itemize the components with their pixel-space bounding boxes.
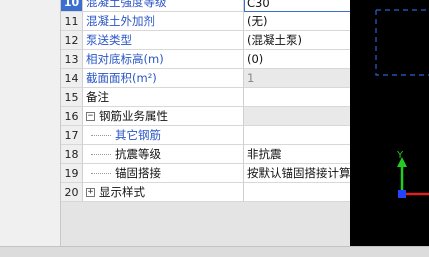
property-row[interactable]: 13 相对底标高(m) (0): [61, 50, 350, 69]
property-name-text: 锚固搭接: [115, 166, 161, 180]
property-name-text: 泵送类型: [86, 33, 132, 47]
property-value[interactable]: (0): [244, 50, 350, 69]
property-row[interactable]: 14 截面面积(m²) 1: [61, 69, 350, 88]
property-name: 截面面积(m²): [83, 69, 244, 88]
property-name-text: 截面面积(m²): [86, 71, 157, 85]
y-axis-label: Y: [396, 150, 404, 161]
status-bar: [0, 246, 429, 257]
row-number: 12: [61, 31, 83, 50]
axis-gizmo-icon: Y: [396, 150, 429, 198]
row-number: 10: [61, 0, 83, 12]
property-value[interactable]: (无): [244, 12, 350, 31]
property-row[interactable]: 12 泵送类型 (混凝土泵): [61, 31, 350, 50]
axis-origin: [398, 190, 406, 198]
left-panel-margin: [0, 0, 60, 246]
property-value[interactable]: 1: [244, 69, 350, 88]
property-grid: 10 混凝土强度等级 C30 11 混凝土外加剂 (无) 12 泵送类型 (混凝土泵) 13 相对底…: [60, 0, 350, 246]
property-name: 泵送类型: [83, 31, 244, 50]
property-name: 相对底标高(m): [83, 50, 244, 69]
property-row[interactable]: 17 其它钢筋: [61, 126, 350, 145]
row-number: 19: [61, 164, 83, 183]
collapse-icon[interactable]: −: [86, 112, 95, 121]
property-value[interactable]: 按默认锚固搭接计算: [244, 164, 350, 183]
property-row[interactable]: 10 混凝土强度等级 C30: [61, 0, 350, 12]
property-name: 混凝土强度等级: [83, 0, 244, 12]
property-value[interactable]: [244, 88, 350, 107]
row-number: 20: [61, 183, 83, 202]
property-name-text: 备注: [86, 90, 109, 104]
drawing-viewport[interactable]: Y: [350, 0, 429, 246]
tree-connector: [91, 173, 111, 174]
tree-connector: [91, 135, 111, 136]
row-number: 13: [61, 50, 83, 69]
row-number: 16: [61, 107, 83, 126]
property-value[interactable]: 非抗震: [244, 145, 350, 164]
property-value[interactable]: [244, 107, 350, 126]
property-value[interactable]: C30: [244, 0, 350, 12]
viewport-canvas: Y: [375, 9, 429, 198]
property-name-text: 相对底标高(m): [86, 52, 164, 66]
property-name-text: 混凝土强度等级: [86, 0, 167, 9]
property-name: 锚固搭接: [83, 164, 244, 183]
expand-icon[interactable]: +: [86, 188, 95, 197]
property-name-text: 抗震等级: [115, 147, 161, 161]
property-name: 抗震等级: [83, 145, 244, 164]
property-row[interactable]: 11 混凝土外加剂 (无): [61, 12, 350, 31]
property-name-text: 混凝土外加剂: [86, 14, 155, 28]
property-name: 混凝土外加剂: [83, 12, 244, 31]
property-value[interactable]: (混凝土泵): [244, 31, 350, 50]
property-name-text: 显示样式: [99, 185, 145, 199]
property-name: 其它钢筋: [83, 126, 244, 145]
row-number: 17: [61, 126, 83, 145]
property-value[interactable]: [244, 126, 350, 145]
property-row[interactable]: 18 抗震等级 非抗震: [61, 145, 350, 164]
property-name: 备注: [83, 88, 244, 107]
tree-connector: [91, 154, 111, 155]
property-name-text: 其它钢筋: [115, 128, 161, 142]
property-row[interactable]: 19 锚固搭接 按默认锚固搭接计算: [61, 164, 350, 183]
property-value[interactable]: [244, 183, 350, 202]
property-name: − 钢筋业务属性: [83, 107, 244, 126]
property-row[interactable]: 16− 钢筋业务属性: [61, 107, 350, 126]
selection-dashed-outline: [375, 9, 429, 76]
row-number: 11: [61, 12, 83, 31]
row-number: 15: [61, 88, 83, 107]
row-number: 18: [61, 145, 83, 164]
property-name-text: 钢筋业务属性: [99, 109, 168, 123]
property-row[interactable]: 20 + 显示样式: [61, 183, 350, 202]
property-name: + 显示样式: [83, 183, 244, 202]
property-row[interactable]: 15 备注: [61, 88, 350, 107]
row-number: 14: [61, 69, 83, 88]
